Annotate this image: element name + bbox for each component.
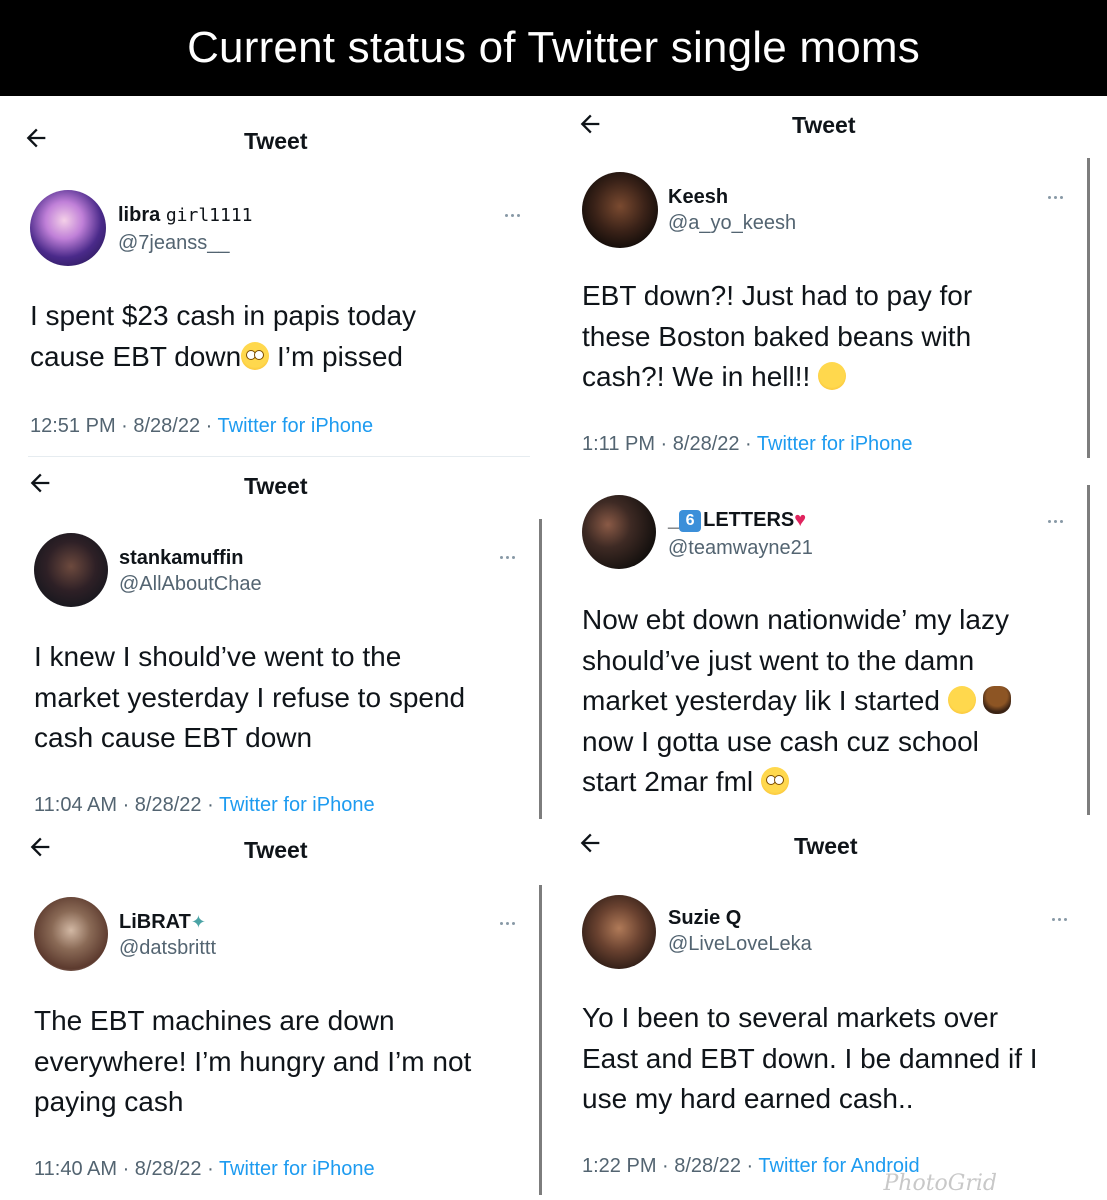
tweet-header-title: Tweet <box>794 833 858 859</box>
tweet-source-link[interactable]: Twitter for iPhone <box>219 1158 375 1180</box>
tweet-card: Tweet LiBRAT✦ @datsbrittt The EBT machin… <box>0 831 550 1200</box>
tweet-header-title: Tweet <box>244 837 308 863</box>
more-dots-icon[interactable] <box>500 917 526 929</box>
display-name[interactable]: libra girl1111 <box>118 204 253 227</box>
divider <box>1087 485 1090 815</box>
arrow-left-icon[interactable] <box>576 110 608 142</box>
handle[interactable]: @datsbrittt <box>119 937 216 960</box>
display-name[interactable]: Keesh <box>668 186 728 209</box>
banner-title: Current status of Twitter single moms <box>0 0 1107 96</box>
handle[interactable]: @teamwayne21 <box>668 537 813 560</box>
tweet-source-link[interactable]: Twitter for iPhone <box>757 433 913 455</box>
tweet-text: I knew I should’ve went to the market ye… <box>34 641 466 753</box>
divider <box>539 519 542 819</box>
more-dots-icon[interactable] <box>1048 515 1074 527</box>
tweet-header-title: Tweet <box>792 112 856 138</box>
eye-roll-emoji-icon <box>760 767 789 795</box>
eye-roll-emoji-icon <box>241 341 270 370</box>
avatar[interactable] <box>34 897 108 971</box>
butterfly-icon: ✦ <box>190 912 206 932</box>
tweet-timestamp: 1:11 PM · 8/28/22 · Twitter for iPhone <box>582 433 913 455</box>
tweet-timestamp: 11:04 AM · 8/28/22 · Twitter for iPhone <box>34 794 375 816</box>
tweet-timestamp: 11:40 AM · 8/28/22 · Twitter for iPhone <box>34 1158 375 1180</box>
tweet-card: Tweet stankamuffin @AllAboutChae I knew … <box>0 461 550 831</box>
tweet-source-link[interactable]: Twitter for iPhone <box>218 415 374 437</box>
divider <box>1087 158 1090 458</box>
handle[interactable]: @LiveLoveLeka <box>668 933 812 956</box>
more-dots-icon[interactable] <box>505 209 531 221</box>
arrow-left-icon[interactable] <box>26 833 58 865</box>
tweet-text: Yo I been to several markets over East a… <box>582 1002 1038 1114</box>
tweet-timestamp: 12:51 PM · 8/28/22 · Twitter for iPhone <box>30 415 374 437</box>
watermark-logo: PhotoGrid <box>883 1171 997 1196</box>
avatar[interactable] <box>582 495 656 569</box>
arrow-left-icon[interactable] <box>26 469 58 501</box>
arrow-left-icon[interactable] <box>22 124 54 156</box>
tweet-header-title: Tweet <box>244 128 308 154</box>
handle[interactable]: @a_yo_keesh <box>668 212 796 235</box>
more-dots-icon[interactable] <box>1048 191 1074 203</box>
display-name[interactable]: LiBRAT✦ <box>119 911 206 934</box>
avatar[interactable] <box>582 172 658 248</box>
tweet-card: Tweet Keesh @a_yo_keesh EBT down?! Just … <box>556 96 1107 461</box>
tweet-text: EBT down?! Just had to pay for these Bos… <box>582 280 973 392</box>
more-dots-icon[interactable] <box>500 551 526 563</box>
tweet-text: Now ebt down nationwide’ my lazy should’… <box>582 600 1092 803</box>
tweet-text: The EBT machines are down everywhere! I’… <box>34 1005 472 1117</box>
saluting-face-emoji-icon <box>818 362 847 390</box>
handle[interactable]: @AllAboutChae <box>119 573 262 596</box>
display-name[interactable]: _ 6 LETTERS♥ <box>668 509 806 532</box>
tweet-timestamp: 1:22 PM · 8/28/22 · Twitter for Android <box>582 1155 920 1177</box>
more-dots-icon[interactable] <box>1052 913 1078 925</box>
tweet-card: Tweet Suzie Q @LiveLoveLeka Yo I been to… <box>556 831 1107 1200</box>
facepalm-emoji-icon <box>983 686 1012 714</box>
divider <box>28 456 530 457</box>
handle[interactable]: @7jeanss__ <box>118 232 229 255</box>
avatar[interactable] <box>30 190 106 266</box>
face-emoji-icon <box>947 686 976 714</box>
arrow-left-icon[interactable] <box>576 829 608 861</box>
tweet-header-title: Tweet <box>244 473 308 499</box>
tweet-text: I spent $23 cash in papis today cause EB… <box>30 300 417 372</box>
tweet-card: _ 6 LETTERS♥ @teamwayne21 Now ebt down nat… <box>556 461 1107 831</box>
tweet-source-link[interactable]: Twitter for iPhone <box>219 794 375 816</box>
divider <box>539 885 542 1195</box>
avatar[interactable] <box>582 895 656 969</box>
display-name[interactable]: Suzie Q <box>668 907 741 930</box>
avatar[interactable] <box>34 533 108 607</box>
tweet-card: Tweet libra girl1111 @7jeanss__ I spent … <box>0 96 540 461</box>
red-heart-icon: ♥ <box>794 509 807 531</box>
display-name[interactable]: stankamuffin <box>119 547 243 570</box>
